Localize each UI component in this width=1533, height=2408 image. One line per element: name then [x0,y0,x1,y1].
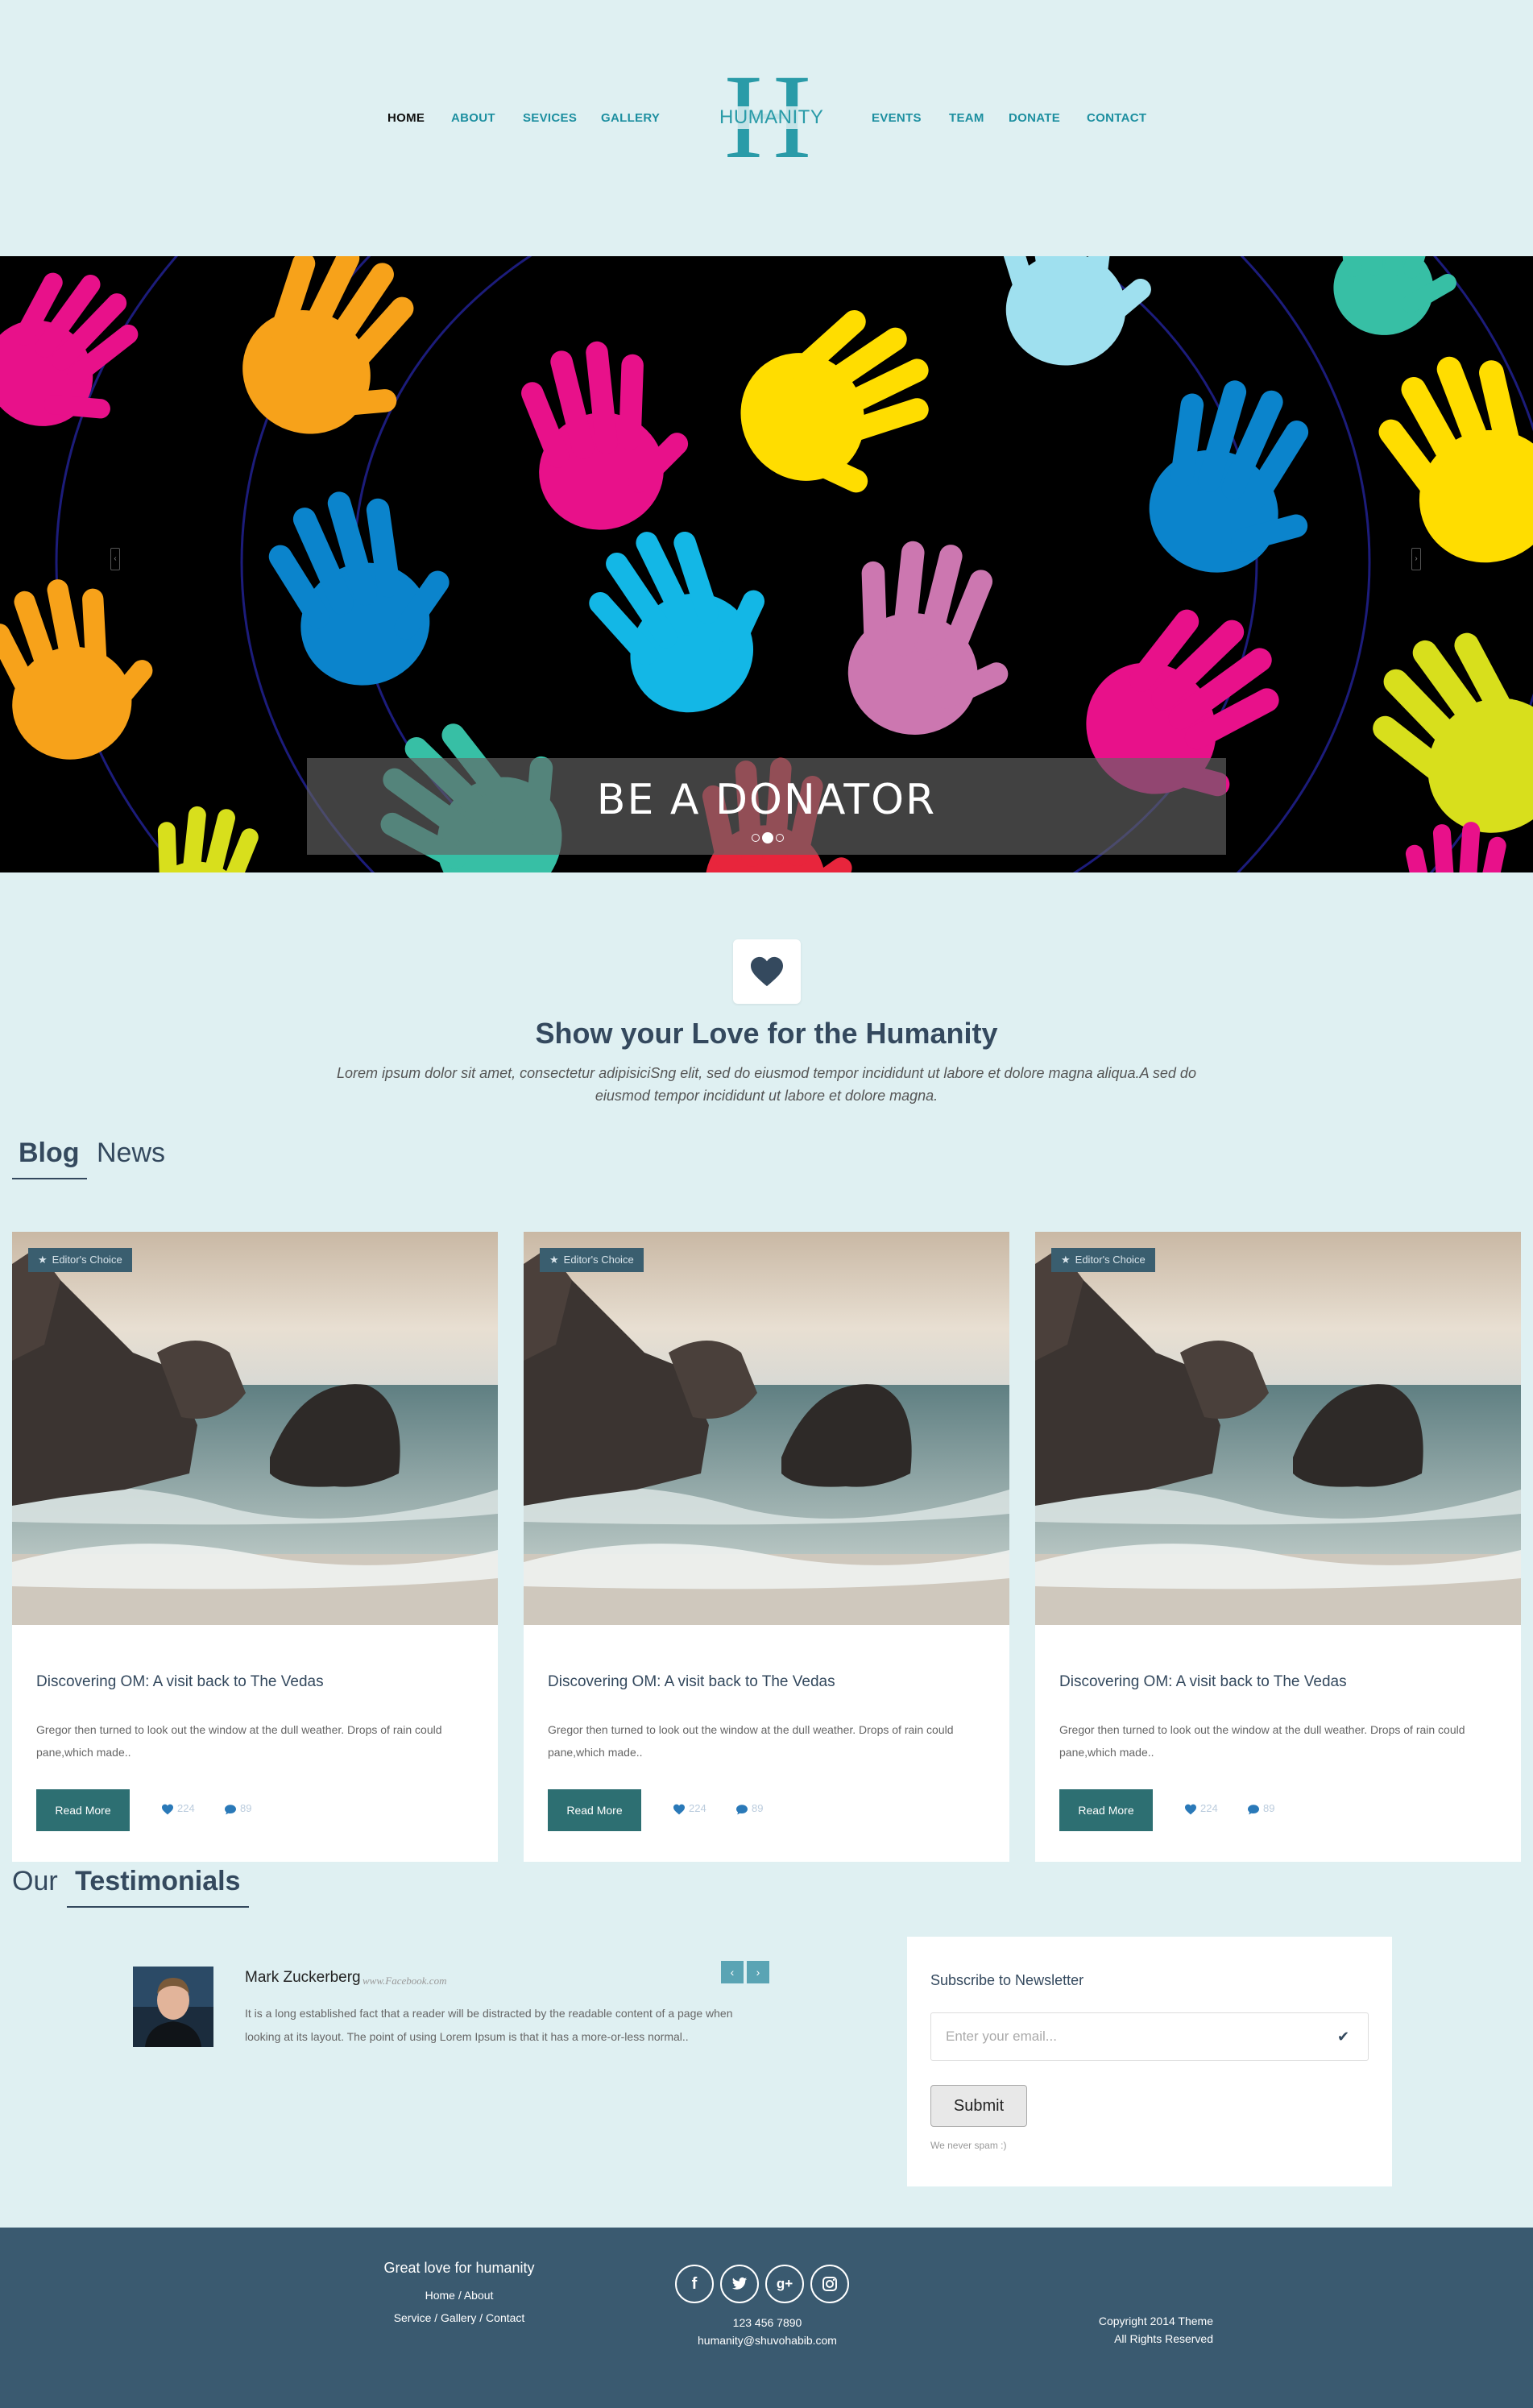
newsletter-title: Subscribe to Newsletter [930,1972,1084,1988]
comments-stat[interactable]: 89 [224,1802,251,1815]
comments-stat[interactable]: 89 [735,1802,763,1815]
comments-count: 89 [1263,1802,1275,1814]
heart-icon [1185,1804,1196,1814]
comment-icon [225,1804,236,1814]
newsletter-email-input[interactable] [930,2012,1369,2061]
footer: Great love for humanity Home / About Ser… [0,2228,1533,2408]
heart-icon [751,956,783,987]
testimonials-heading-bold: Testimonials [75,1866,241,1896]
star-icon: ★ [549,1254,559,1266]
likes-count: 224 [1200,1802,1218,1814]
footer-rights: All Rights Reserved [1114,2332,1213,2345]
editors-choice-badge: ★ Editor's Choice [28,1248,132,1272]
blog-card-title[interactable]: Discovering OM: A visit back to The Veda… [548,1673,835,1691]
instagram-icon[interactable] [810,2265,849,2303]
nav-team[interactable]: TEAM [949,111,984,125]
nav-events[interactable]: EVENTS [872,111,922,125]
testimonials-heading-rest: Our [12,1866,58,1896]
footer-phone: 123 456 7890 [732,2316,802,2329]
comments-count: 89 [240,1802,252,1814]
comment-icon [1248,1804,1259,1814]
logo-word: HUMANITY [719,106,824,129]
site-logo[interactable]: H HUMANITY [719,56,824,177]
footer-title: Great love for humanity [383,2260,535,2276]
footer-copyright: Copyright 2014 Theme [1098,2315,1213,2327]
testimonial-name: Mark Zuckerberg [245,1969,361,1986]
newsletter-note: We never spam :) [930,2140,1007,2151]
twitter-icon[interactable] [720,2265,759,2303]
slider-dot[interactable] [776,834,784,842]
blog-card-text: Gregor then turned to look out the windo… [548,1723,954,1759]
read-more-button[interactable]: Read More [1059,1789,1153,1831]
blog-card-title[interactable]: Discovering OM: A visit back to The Veda… [1059,1673,1347,1691]
likes-stat[interactable]: 224 [1184,1802,1218,1815]
likes-stat[interactable]: 224 [161,1802,195,1815]
testimonial-prev-button[interactable]: ‹ [721,1961,744,1983]
blog-heading-bold: Blog [19,1138,80,1168]
testimonials-heading: Our Testimonials [12,1866,240,1897]
comments-count: 89 [752,1802,764,1814]
testimonial-text: It is a long established fact that a rea… [245,2007,733,2043]
badge-label: Editor's Choice [563,1254,634,1266]
testimonial-site: www.Facebook.com [363,1975,447,1987]
blog-card-text: Gregor then turned to look out the windo… [36,1723,442,1759]
hero-caption-box: BE A DONATOR [307,758,1226,855]
blog-heading: Blog News [19,1138,165,1169]
heart-icon-box [733,939,801,1004]
love-description: Lorem ipsum dolor sit amet, consectetur … [337,1065,1196,1104]
slider-dots [750,832,784,843]
footer-links-primary[interactable]: Home / About [371,2289,548,2302]
heart-icon [162,1804,173,1814]
nav-services[interactable]: SEVICES [523,111,577,125]
newsletter-box: Subscribe to Newsletter ✔ Submit We neve… [907,1937,1392,2186]
blog-card-title[interactable]: Discovering OM: A visit back to The Veda… [36,1673,324,1691]
facebook-icon[interactable]: f [675,2265,714,2303]
nav-donate[interactable]: DONATE [1009,111,1060,125]
blog-card-text: Gregor then turned to look out the windo… [1059,1723,1465,1759]
hero-slider: ‹ › BE A DONATOR [0,256,1533,872]
nav-about[interactable]: ABOUT [451,111,495,125]
nav-gallery[interactable]: GALLERY [601,111,660,125]
hero-prev-arrow[interactable]: ‹ [110,548,120,570]
likes-stat[interactable]: 224 [673,1802,706,1815]
editors-choice-badge: ★ Editor's Choice [540,1248,644,1272]
nav-contact[interactable]: CONTACT [1087,111,1146,125]
slider-dot-active[interactable] [762,832,773,843]
blog-card-image[interactable]: ★ Editor's Choice [12,1232,498,1625]
testimonials-heading-underline [67,1906,249,1908]
avatar [133,1967,213,2047]
likes-count: 224 [689,1802,706,1814]
comments-stat[interactable]: 89 [1247,1802,1274,1815]
google-plus-icon[interactable]: g+ [765,2265,804,2303]
check-icon: ✔ [1337,2029,1350,2045]
editors-choice-badge: ★ Editor's Choice [1051,1248,1155,1272]
read-more-button[interactable]: Read More [548,1789,641,1831]
newsletter-submit-button[interactable]: Submit [930,2085,1027,2127]
blog-card: ★ Editor's Choice Discovering OM: A visit… [12,1232,498,1862]
blog-card: ★ Editor's Choice Discovering OM: A visit… [1035,1232,1521,1862]
nav-home[interactable]: HOME [387,111,425,125]
heart-icon [673,1804,685,1814]
blog-card: ★ Editor's Choice Discovering OM: A visit… [524,1232,1009,1862]
badge-label: Editor's Choice [1075,1254,1146,1266]
top-navigation: HOME ABOUT SEVICES GALLERY H HUMANITY EV… [0,0,1533,256]
comment-icon [736,1804,748,1814]
star-icon: ★ [1061,1254,1071,1266]
badge-label: Editor's Choice [52,1254,122,1266]
blog-heading-rest: News [97,1138,166,1168]
star-icon: ★ [38,1254,48,1266]
footer-email[interactable]: humanity@shuvohabib.com [661,2334,874,2347]
love-title: Show your Love for the Humanity [535,1017,998,1050]
read-more-button[interactable]: Read More [36,1789,130,1831]
slider-dot[interactable] [752,834,760,842]
hero-caption: BE A DONATOR [596,776,937,824]
testimonial-next-button[interactable]: › [747,1961,769,1983]
blog-card-image[interactable]: ★ Editor's Choice [524,1232,1009,1625]
likes-count: 224 [177,1802,195,1814]
blog-heading-underline [12,1178,87,1179]
footer-links-secondary[interactable]: Service / Gallery / Contact [371,2311,548,2324]
blog-card-image[interactable]: ★ Editor's Choice [1035,1232,1521,1625]
hero-next-arrow[interactable]: › [1411,548,1421,570]
